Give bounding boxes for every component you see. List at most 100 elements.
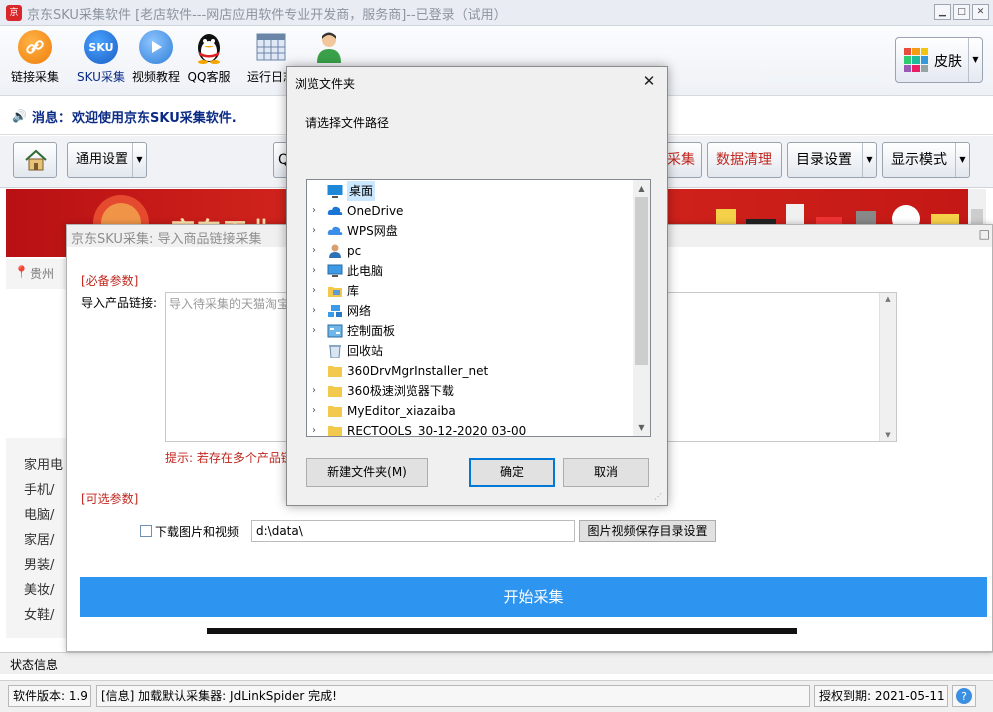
resize-grip-icon[interactable]: ⋰ — [654, 492, 664, 502]
data-clean-button[interactable]: 数据清理 — [707, 142, 782, 178]
tree-item-label: WPS网盘 — [347, 224, 398, 238]
chevron-right-icon[interactable]: › — [312, 281, 320, 301]
tree-item-folder[interactable]: › MyEditor_xiazaiba — [307, 401, 634, 421]
category-item[interactable]: 家居/ — [24, 529, 54, 548]
start-collect-button[interactable]: 开始采集 — [80, 577, 987, 617]
tree-item-folder[interactable]: 360DrvMgrInstaller_net — [307, 361, 634, 381]
category-item[interactable]: 家用电 — [24, 454, 63, 473]
status-bar: 软件版本: 1.9 [信息] 加载默认采集器: JdLinkSpider 完成!… — [0, 680, 993, 712]
category-item[interactable]: 电脑/ — [24, 504, 54, 523]
tree-item-label: 库 — [347, 284, 360, 298]
close-icon[interactable]: □ — [979, 227, 990, 241]
speaker-icon: 🔊 — [12, 109, 27, 123]
chevron-right-icon[interactable]: › — [312, 261, 320, 281]
tree-item-control-panel[interactable]: › 控制面板 — [307, 321, 634, 341]
chevron-right-icon[interactable]: › — [312, 401, 320, 421]
minimize-button[interactable]: ▁ — [934, 4, 951, 20]
chevron-right-icon[interactable]: › — [312, 381, 320, 401]
ok-button[interactable]: 确定 — [469, 458, 555, 487]
tree-item-label: RECTOOLS_30-12-2020 03-00 — [347, 424, 527, 437]
recycle-bin-icon — [327, 344, 343, 359]
user-icon — [312, 30, 346, 64]
version-text: 软件版本: 1.9 — [8, 685, 91, 707]
save-dir-button[interactable]: 图片视频保存目录设置 — [579, 520, 716, 542]
chevron-right-icon[interactable]: › — [312, 221, 320, 241]
general-settings-label: 通用设置 — [76, 152, 129, 167]
tree-item-label: pc — [347, 244, 362, 258]
scroll-down-icon[interactable]: ▼ — [633, 419, 650, 436]
chevron-right-icon[interactable]: › — [312, 301, 320, 321]
chevron-down-icon[interactable]: ▼ — [132, 143, 146, 177]
dir-settings-button[interactable]: 目录设置 ▼ — [787, 142, 877, 178]
dir-settings-label: 目录设置 — [796, 152, 852, 168]
home-icon — [24, 149, 47, 171]
network-icon — [327, 304, 343, 318]
download-media-checkbox[interactable] — [140, 525, 152, 537]
tree-item-folder[interactable]: › RECTOOLS_30-12-2020 03-00 — [307, 421, 634, 437]
tool-user[interactable] — [298, 30, 360, 68]
close-button[interactable]: ✕ — [972, 4, 989, 20]
scroll-thumb[interactable] — [635, 197, 648, 365]
folder-tree[interactable]: 桌面 › OneDrive › WPS网盘 › pc › 此电脑 › 库 › 网… — [306, 179, 651, 437]
chevron-right-icon[interactable]: › — [312, 241, 320, 261]
maximize-button[interactable]: □ — [953, 4, 970, 20]
category-item[interactable]: 美妆/ — [24, 579, 54, 598]
help-icon[interactable]: ? — [952, 685, 976, 707]
tree-item-library[interactable]: › 库 — [307, 281, 634, 301]
general-settings-button[interactable]: 通用设置 ▼ — [67, 142, 147, 178]
status-info-label: 状态信息 — [10, 658, 59, 672]
home-button[interactable] — [13, 142, 57, 178]
display-mode-button[interactable]: 显示模式 ▼ — [882, 142, 970, 178]
tool-sku-collect[interactable]: SKU SKU采集 — [70, 30, 132, 85]
tree-item-onedrive[interactable]: › OneDrive — [307, 201, 634, 221]
folder-icon — [327, 404, 343, 418]
tool-label: QQ客服 — [187, 70, 231, 84]
category-item[interactable]: 女鞋/ — [24, 604, 54, 623]
message-text: 欢迎使用京东SKU采集软件. — [72, 111, 237, 126]
chevron-right-icon[interactable]: › — [312, 421, 320, 436]
chevron-down-icon[interactable]: ▼ — [968, 38, 982, 82]
category-item[interactable]: 男装/ — [24, 554, 54, 573]
browse-dialog-title: 浏览文件夹 — [295, 77, 356, 91]
tool-label: 链接采集 — [10, 70, 59, 84]
cloud-icon — [327, 204, 343, 218]
scroll-down-icon[interactable]: ▼ — [880, 431, 896, 439]
tool-link-collect[interactable]: 链接采集 — [4, 30, 66, 85]
scroll-up-icon[interactable]: ▲ — [880, 295, 896, 303]
wps-cloud-icon — [327, 224, 343, 238]
chevron-down-icon[interactable]: ▼ — [955, 143, 969, 177]
message-label: 消息： — [32, 111, 72, 126]
tree-scrollbar[interactable]: ▲ ▼ — [633, 180, 650, 436]
import-dialog-title: 京东SKU采集: 导入商品链接采集 — [71, 232, 262, 247]
chevron-right-icon[interactable]: › — [312, 201, 320, 221]
folder-icon — [327, 364, 343, 378]
tree-item-label: OneDrive — [347, 204, 404, 218]
tool-qq-service[interactable]: QQ客服 — [178, 30, 240, 85]
desktop-icon — [327, 184, 343, 198]
textarea-scrollbar[interactable]: ▲ ▼ — [879, 293, 896, 441]
skin-button[interactable]: 皮肤 ▼ — [895, 37, 983, 83]
tree-item-network[interactable]: › 网络 — [307, 301, 634, 321]
qq-penguin-icon — [192, 30, 226, 64]
close-icon[interactable]: ✕ — [639, 71, 659, 91]
window-controls: ▁ □ ✕ — [934, 4, 989, 20]
optional-params-label: [可选参数] — [81, 492, 139, 506]
tree-item-desktop[interactable]: 桌面 — [307, 181, 634, 201]
scroll-up-icon[interactable]: ▲ — [633, 180, 650, 197]
tree-item-recycle-bin[interactable]: 回收站 — [307, 341, 634, 361]
tree-item-pc-user[interactable]: › pc — [307, 241, 634, 261]
tree-item-wps[interactable]: › WPS网盘 — [307, 221, 634, 241]
location-selector[interactable]: 📍 贵州 — [6, 259, 66, 289]
sku-icon: SKU — [84, 30, 118, 64]
tree-item-folder[interactable]: › 360极速浏览器下载 — [307, 381, 634, 401]
tree-item-label: 桌面 — [347, 181, 376, 201]
chevron-right-icon[interactable]: › — [312, 321, 320, 341]
license-text: 授权到期: 2021-05-11 — [814, 685, 948, 707]
cancel-button[interactable]: 取消 — [563, 458, 649, 487]
save-dir-input[interactable]: d:\data\ — [251, 520, 575, 542]
log-text: [信息] 加载默认采集器: JdLinkSpider 完成! — [96, 685, 810, 707]
category-item[interactable]: 手机/ — [24, 479, 54, 498]
new-folder-button[interactable]: 新建文件夹(M) — [306, 458, 428, 487]
chevron-down-icon[interactable]: ▼ — [862, 143, 876, 177]
tree-item-this-pc[interactable]: › 此电脑 — [307, 261, 634, 281]
